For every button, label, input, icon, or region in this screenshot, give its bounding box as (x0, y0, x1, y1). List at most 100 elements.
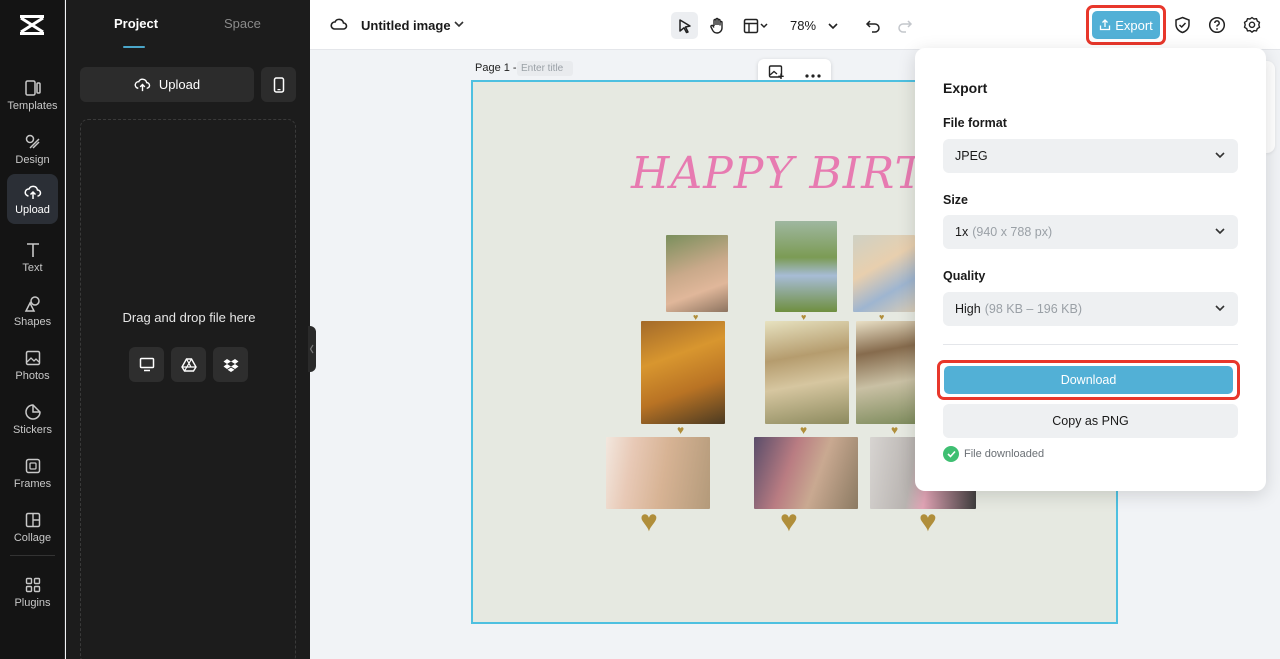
upload-button[interactable]: Upload (80, 67, 254, 102)
tab-space[interactable]: Space (224, 16, 261, 31)
rail-label-stickers: Stickers (12, 423, 53, 436)
rail-item-text[interactable]: Text (7, 232, 58, 282)
shapes-icon (24, 295, 40, 312)
rail-label-templates: Templates (7, 99, 58, 112)
cloud-upload-icon (134, 78, 151, 92)
mobile-upload-button[interactable] (261, 67, 296, 102)
photo-girl-in-field[interactable] (775, 221, 837, 312)
export-button-label: Export (1115, 17, 1153, 33)
chevron-down-icon (1214, 302, 1226, 317)
size-select[interactable]: 1x (940 x 788 px) (943, 215, 1238, 249)
rail-label-plugins: Plugins (14, 596, 51, 609)
undo-button[interactable] (863, 12, 883, 39)
quality-select[interactable]: High (98 KB – 196 KB) (943, 292, 1238, 326)
chevron-down-icon (828, 22, 838, 29)
photo-boy-with-cap[interactable] (765, 321, 849, 424)
heart-icon: ♥ (677, 423, 685, 437)
zoom-dropdown-button[interactable] (824, 12, 842, 39)
export-button[interactable]: Export (1092, 11, 1160, 39)
rail-label-design: Design (15, 153, 50, 166)
dropbox-source-button[interactable] (213, 347, 248, 382)
rail-item-upload[interactable]: Upload (7, 174, 58, 224)
photo-girl-autumn[interactable] (641, 321, 725, 424)
panel-collapse-handle[interactable] (308, 326, 316, 372)
layout-menu-button[interactable] (738, 12, 774, 39)
size-value: 1x (955, 225, 969, 239)
redo-button[interactable] (895, 12, 915, 39)
checkmark-icon (943, 446, 959, 462)
frames-icon (25, 458, 40, 473)
design-icon (25, 134, 40, 149)
copy-as-png-button[interactable]: Copy as PNG (943, 404, 1238, 438)
dropbox-icon (223, 358, 238, 372)
photos-icon (25, 350, 40, 365)
drop-zone[interactable]: Drag and drop file here (80, 119, 296, 659)
settings-gear-icon[interactable] (1243, 16, 1261, 39)
page-label: Page 1 - (475, 62, 517, 74)
photo-girl-with-icecream[interactable] (853, 235, 915, 312)
heart-icon: ♥ (640, 505, 658, 538)
hand-tool-button[interactable] (704, 12, 731, 39)
download-button[interactable]: Download (944, 366, 1233, 394)
rail-item-photos[interactable]: Photos (7, 340, 58, 390)
select-tool-button[interactable] (671, 12, 698, 39)
rail-item-design[interactable]: Design (7, 124, 58, 174)
file-format-label: File format (943, 116, 1007, 130)
heart-icon: ♥ (891, 423, 899, 437)
upload-button-label: Upload (158, 77, 201, 92)
rail-item-frames[interactable]: Frames (7, 448, 58, 498)
help-icon[interactable] (1208, 16, 1226, 39)
rail-item-stickers[interactable]: Stickers (7, 394, 58, 444)
rail-item-plugins[interactable]: Plugins (7, 567, 58, 617)
upload-icon (24, 185, 41, 199)
chevron-left-icon (309, 344, 314, 354)
download-status-text: File downloaded (964, 448, 1045, 460)
size-detail: (940 x 788 px) (972, 225, 1053, 239)
rail-divider (10, 555, 55, 556)
app-logo-icon[interactable] (18, 12, 46, 38)
page-title-input[interactable]: Enter title (517, 61, 573, 76)
rail-label-upload: Upload (15, 203, 50, 216)
chevron-down-icon (1214, 225, 1226, 240)
export-popover-title: Export (943, 80, 988, 96)
photo-smiling-girl[interactable] (606, 437, 710, 509)
photo-girl-in-wardrobe[interactable] (754, 437, 858, 509)
tab-active-indicator (123, 46, 145, 48)
text-icon (26, 242, 39, 257)
phone-icon (273, 76, 284, 93)
computer-source-button[interactable] (129, 347, 164, 382)
file-format-value: JPEG (955, 149, 988, 163)
rail-item-collage[interactable]: Collage (7, 502, 58, 552)
rail-label-text: Text (22, 261, 43, 274)
google-drive-icon (180, 357, 197, 372)
document-title[interactable]: Untitled image (361, 18, 451, 33)
layout-icon (743, 18, 768, 33)
shield-icon[interactable] (1174, 16, 1191, 39)
quality-value: High (955, 302, 981, 316)
rail-item-templates[interactable]: Templates (7, 70, 58, 120)
export-icon (1100, 19, 1111, 31)
tab-project[interactable]: Project (114, 16, 158, 31)
rail-label-shapes: Shapes (13, 315, 52, 328)
file-format-select[interactable]: JPEG (943, 139, 1238, 173)
download-status: File downloaded (943, 446, 1044, 462)
plugins-icon (25, 577, 40, 592)
left-rail: Templates Design Upload Text Shapes Phot… (0, 0, 65, 659)
top-bar: Untitled image 78% Export (310, 0, 1280, 50)
quality-label: Quality (943, 269, 986, 283)
google-drive-source-button[interactable] (171, 347, 206, 382)
stickers-icon (24, 403, 41, 420)
zoom-level[interactable]: 78% (790, 18, 816, 33)
upload-panel: Project Space Upload Drag and drop file … (66, 0, 310, 659)
rail-item-shapes[interactable]: Shapes (7, 286, 58, 336)
popover-divider (943, 344, 1238, 345)
rail-label-frames: Frames (13, 477, 52, 490)
side-panel-stub (1265, 61, 1275, 153)
photo-girl-with-camera[interactable] (666, 235, 728, 312)
heart-icon: ♥ (780, 505, 798, 538)
cloud-sync-icon[interactable] (330, 16, 348, 37)
photo-boy-with-camera[interactable] (856, 321, 918, 424)
monitor-icon (139, 357, 154, 372)
chevron-down-icon[interactable] (453, 17, 465, 36)
drop-zone-text: Drag and drop file here (122, 310, 256, 325)
